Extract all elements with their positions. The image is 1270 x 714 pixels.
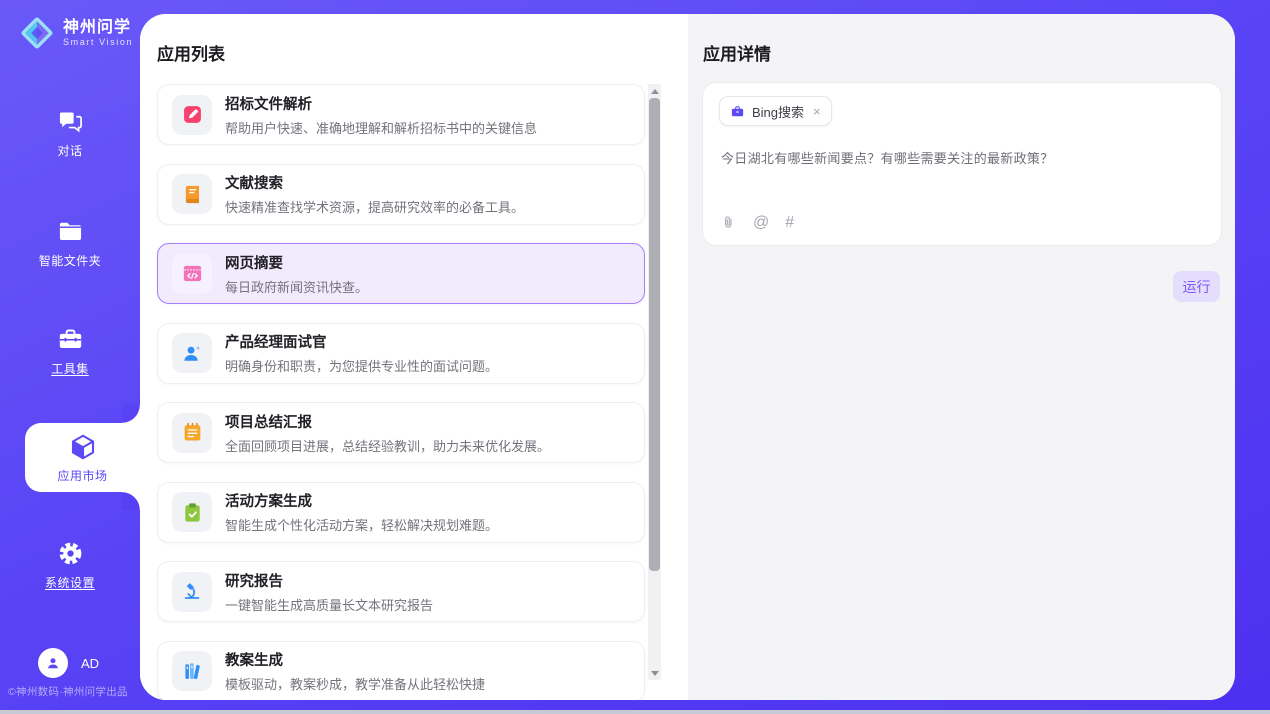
app-icon-box xyxy=(172,413,212,453)
app-card-title: 教案生成 xyxy=(225,649,485,670)
app-card-title: 产品经理面试官 xyxy=(225,331,498,352)
sidebar-item-label: 智能文件夹 xyxy=(39,252,102,269)
brand-name: 神州问学 xyxy=(63,19,133,37)
sidebar-item-smart-folder[interactable]: 智能文件夹 xyxy=(0,218,140,269)
app-icon-box xyxy=(172,174,212,214)
query-input[interactable]: 今日湖北有哪些新闻要点？有哪些需要关注的最新政策？ xyxy=(721,149,1203,169)
tag-close-icon[interactable]: × xyxy=(813,104,821,119)
app-icon-box xyxy=(172,651,212,691)
clipboard-icon xyxy=(181,501,204,524)
app-card[interactable]: 文献搜索 快速精准查找学术资源，提高研究效率的必备工具。 xyxy=(157,164,645,225)
scroll-up-arrow[interactable] xyxy=(648,84,661,98)
user-name: AD xyxy=(81,656,99,671)
app-card-desc: 快速精准查找学术资源，提高研究效率的必备工具。 xyxy=(225,197,524,216)
briefcase-icon xyxy=(730,104,745,119)
app-icon-box xyxy=(172,95,212,135)
gear-icon xyxy=(57,540,84,567)
chat-icon xyxy=(57,108,84,135)
brand-logo: 神州问学 Smart Vision xyxy=(18,14,133,52)
sidebar: 神州问学 Smart Vision 对话 智能文件夹 工具集 应用市场 系统设置… xyxy=(0,0,140,710)
app-card-desc: 全面回顾项目进展，总结经验教训，助力未来优化发展。 xyxy=(225,436,550,455)
app-card-title: 研究报告 xyxy=(225,570,433,591)
app-card-desc: 帮助用户快速、准确地理解和解析招标书中的关键信息 xyxy=(225,118,537,137)
app-icon-box xyxy=(172,572,212,612)
app-card-list: 招标文件解析 帮助用户快速、准确地理解和解析招标书中的关键信息 文献搜索 快速精… xyxy=(157,84,645,700)
interviewer-icon xyxy=(181,342,204,365)
brand-subtitle: Smart Vision xyxy=(63,37,133,47)
app-card[interactable]: 教案生成 模板驱动，教案秒成，教学准备从此轻松快捷 xyxy=(157,641,645,701)
book-icon xyxy=(181,183,204,206)
app-card[interactable]: 产品经理面试官 明确身份和职责，为您提供专业性的面试问题。 xyxy=(157,323,645,384)
app-list-panel: 应用列表 招标文件解析 帮助用户快速、准确地理解和解析招标书中的关键信息 文献搜… xyxy=(140,14,688,700)
scroll-thumb[interactable] xyxy=(649,98,660,571)
app-card-title: 招标文件解析 xyxy=(225,93,537,114)
app-detail-panel: 应用详情 Bing搜索 × 今日湖北有哪些新闻要点？有哪些需要关注的最新政策？ … xyxy=(688,14,1235,700)
books-icon xyxy=(181,660,204,683)
tool-tag-bing[interactable]: Bing搜索 × xyxy=(719,96,832,126)
folder-icon xyxy=(57,218,84,245)
sidebar-item-settings[interactable]: 系统设置 xyxy=(0,540,140,591)
app-card[interactable]: 招标文件解析 帮助用户快速、准确地理解和解析招标书中的关键信息 xyxy=(157,84,645,145)
app-card-title: 活动方案生成 xyxy=(225,490,498,511)
app-list-title: 应用列表 xyxy=(157,40,225,65)
paperclip-icon[interactable] xyxy=(720,214,737,231)
app-card[interactable]: 活动方案生成 智能生成个性化活动方案，轻松解决规划难题。 xyxy=(157,482,645,543)
sidebar-item-label: 应用市场 xyxy=(57,467,107,484)
note-icon xyxy=(181,421,204,444)
scroll-down-arrow[interactable] xyxy=(648,666,661,680)
main-container: 应用列表 招标文件解析 帮助用户快速、准确地理解和解析招标书中的关键信息 文献搜… xyxy=(140,14,1235,700)
sidebar-item-label: 对话 xyxy=(57,142,82,159)
app-frame: 神州问学 Smart Vision 对话 智能文件夹 工具集 应用市场 系统设置… xyxy=(0,0,1270,710)
app-icon-box xyxy=(172,492,212,532)
app-card-title: 文献搜索 xyxy=(225,172,524,193)
app-card-desc: 智能生成个性化活动方案，轻松解决规划难题。 xyxy=(225,515,498,534)
at-icon[interactable]: @ xyxy=(753,215,769,231)
app-card[interactable]: 网页摘要 每日政府新闻资讯快查。 xyxy=(157,243,645,304)
toolbox-icon xyxy=(57,326,84,353)
app-card[interactable]: 项目总结汇报 全面回顾项目进展，总结经验教训，助力未来优化发展。 xyxy=(157,402,645,463)
app-detail-title: 应用详情 xyxy=(703,40,771,65)
edit-doc-icon xyxy=(181,103,204,126)
app-card-title: 网页摘要 xyxy=(225,252,368,273)
sidebar-item-chat[interactable]: 对话 xyxy=(0,108,140,159)
avatar[interactable] xyxy=(38,648,68,678)
sidebar-item-label: 系统设置 xyxy=(45,574,95,591)
attachment-row: @# xyxy=(720,214,794,231)
sidebar-item-label: 工具集 xyxy=(51,360,89,377)
app-card-title: 项目总结汇报 xyxy=(225,411,550,432)
app-card-desc: 明确身份和职责，为您提供专业性的面试问题。 xyxy=(225,356,498,375)
tool-tag-label: Bing搜索 xyxy=(752,102,804,121)
app-card-desc: 模板驱动，教案秒成，教学准备从此轻松快捷 xyxy=(225,674,485,693)
webpage-icon xyxy=(181,262,204,285)
app-icon-box xyxy=(172,254,212,294)
sidebar-footer: ©神州数码·神州问学出品 xyxy=(8,684,128,699)
user-icon xyxy=(44,654,62,672)
cube-icon xyxy=(68,432,98,462)
app-icon-box xyxy=(172,333,212,373)
hash-icon[interactable]: # xyxy=(785,215,794,231)
user-row[interactable]: AD xyxy=(38,648,99,678)
app-card-desc: 一键智能生成高质量长文本研究报告 xyxy=(225,595,433,614)
app-card-desc: 每日政府新闻资讯快查。 xyxy=(225,277,368,296)
research-icon xyxy=(181,580,204,603)
sidebar-item-app-market[interactable]: 应用市场 xyxy=(25,423,140,492)
scrollbar xyxy=(648,84,661,680)
run-button[interactable]: 运行 xyxy=(1173,271,1220,302)
app-card[interactable]: 研究报告 一键智能生成高质量长文本研究报告 xyxy=(157,561,645,622)
sidebar-item-toolset[interactable]: 工具集 xyxy=(0,326,140,377)
diamond-logo-icon xyxy=(18,14,56,52)
query-card[interactable]: Bing搜索 × 今日湖北有哪些新闻要点？有哪些需要关注的最新政策？ @# xyxy=(702,82,1222,246)
